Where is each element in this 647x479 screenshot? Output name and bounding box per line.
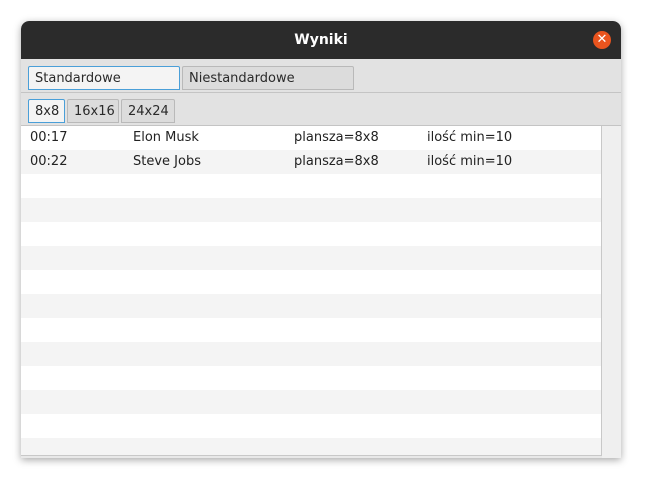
result-player-name: Steve Jobs [133, 154, 201, 169]
list-item[interactable]: 00:17 Elon Musk plansza=8x8 ilość min=10 [21, 126, 601, 150]
result-player-name: Elon Musk [133, 130, 199, 145]
result-mine-count: ilość min=10 [427, 130, 513, 145]
tab-size-16x16[interactable]: 16x16 [67, 99, 119, 123]
results-list[interactable]: 00:17 Elon Musk plansza=8x8 ilość min=10… [21, 126, 602, 456]
tab-size-24x24[interactable]: 24x24 [121, 99, 175, 123]
empty-row [21, 246, 601, 270]
result-board-size: plansza=8x8 [294, 130, 379, 145]
empty-row [21, 414, 601, 438]
empty-row [21, 438, 601, 455]
result-mine-count: ilość min=10 [427, 154, 513, 169]
empty-row [21, 294, 601, 318]
result-time: 00:17 [30, 130, 68, 145]
tab-custom-boards[interactable]: Niestandardowe plansze [182, 66, 354, 110]
tab-label: 16x16 [74, 104, 115, 119]
empty-row [21, 198, 601, 222]
result-time: 00:22 [30, 154, 68, 169]
title-bar[interactable]: Wyniki ✕ [21, 21, 621, 59]
tab-standard-boards[interactable]: Standardowe plansze [28, 66, 180, 110]
board-type-tabbar: Standardowe plansze Niestandardowe plans… [21, 59, 621, 110]
results-window: Wyniki ✕ Standardowe plansze Niestandard… [21, 21, 621, 458]
empty-row [21, 366, 601, 390]
result-board-size: plansza=8x8 [294, 154, 379, 169]
empty-row [21, 270, 601, 294]
empty-row [21, 390, 601, 414]
tab-size-8x8[interactable]: 8x8 [28, 99, 65, 123]
close-icon[interactable]: ✕ [593, 31, 611, 49]
list-item[interactable]: 00:22 Steve Jobs plansza=8x8 ilość min=1… [21, 150, 601, 174]
empty-row [21, 222, 601, 246]
window-title: Wyniki [294, 32, 348, 48]
empty-row [21, 342, 601, 366]
empty-row [21, 174, 601, 198]
empty-row [21, 318, 601, 342]
tab-label: 24x24 [128, 104, 169, 119]
scrollbar-track[interactable] [602, 126, 621, 458]
tab-label: 8x8 [35, 104, 60, 119]
board-size-tabbar: 8x8 16x16 24x24 [21, 93, 621, 126]
